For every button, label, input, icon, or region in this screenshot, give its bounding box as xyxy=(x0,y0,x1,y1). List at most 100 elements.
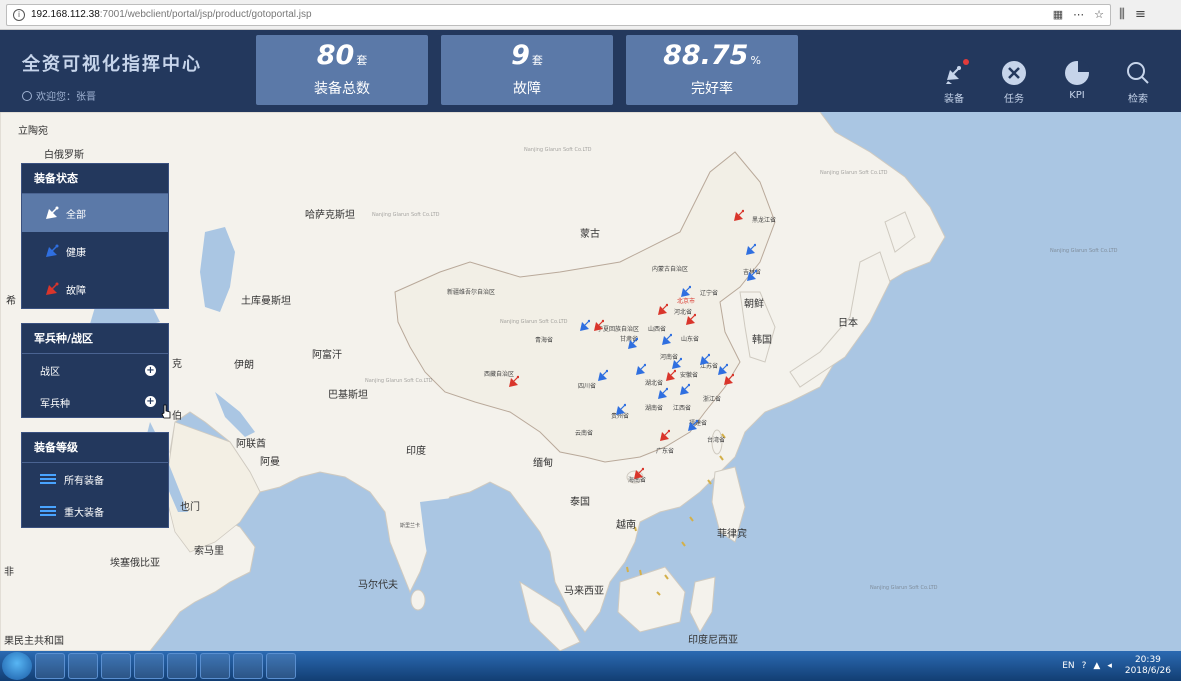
taskbar-app-3[interactable] xyxy=(101,653,131,679)
nav-label: KPI xyxy=(1069,90,1085,101)
taskbar-app-4[interactable] xyxy=(134,653,164,679)
filter-branch[interactable]: 军兵种 + xyxy=(22,387,168,417)
level-filter-all[interactable]: 所有装备 xyxy=(22,463,168,495)
healthy-equipment-marker[interactable] xyxy=(660,332,672,346)
map-label: 黑龙江省 xyxy=(752,217,777,224)
clock-time: 20:39 xyxy=(1134,655,1161,665)
map-label: 阿联酋 xyxy=(236,439,266,450)
satellite-dish-icon xyxy=(46,282,59,295)
fault-equipment-marker[interactable] xyxy=(507,374,519,388)
qr-code-icon[interactable]: ▦ xyxy=(1053,8,1063,21)
bookmark-star-icon[interactable]: ☆ xyxy=(1094,8,1104,21)
fault-equipment-marker[interactable] xyxy=(684,312,696,326)
status-filter-all[interactable]: 全部 xyxy=(22,194,168,232)
taskbar-app-5[interactable] xyxy=(167,653,197,679)
healthy-equipment-marker[interactable] xyxy=(670,356,682,370)
browser-toolbar: i 192.168.112.38 :7001/webclient/portal/… xyxy=(0,0,1181,30)
branch-panel: 军兵种/战区 战区 + 军兵种 + xyxy=(21,323,169,418)
library-icon[interactable]: ⫼ xyxy=(1119,7,1125,22)
healthy-equipment-marker[interactable] xyxy=(686,418,698,432)
stat-good-rate[interactable]: 88.75% 完好率 xyxy=(626,35,798,105)
fault-equipment-marker[interactable] xyxy=(656,302,668,316)
fault-equipment-marker[interactable] xyxy=(658,428,670,442)
filter-label: 军兵种 xyxy=(40,398,70,410)
healthy-equipment-marker[interactable] xyxy=(678,382,690,396)
language-indicator[interactable]: EN xyxy=(1062,661,1074,671)
healthy-equipment-marker[interactable] xyxy=(744,242,756,256)
tools-icon xyxy=(1001,60,1027,86)
level-filter-major[interactable]: 重大装备 xyxy=(22,495,168,527)
app-title: 全资可视化指挥中心 xyxy=(22,54,202,75)
page-actions-icon[interactable]: ⋯ xyxy=(1073,8,1084,21)
nav-tasks[interactable]: 任务 xyxy=(984,60,1044,105)
expand-plus-icon[interactable]: + xyxy=(145,365,156,376)
url-path: :7001/webclient/portal/jsp/product/gotop… xyxy=(99,9,312,20)
fault-equipment-marker[interactable] xyxy=(722,372,734,386)
taskbar-app-6[interactable] xyxy=(200,653,230,679)
healthy-equipment-marker[interactable] xyxy=(656,386,668,400)
healthy-equipment-marker[interactable] xyxy=(578,318,590,332)
help-icon[interactable]: ? xyxy=(1082,661,1087,671)
map-label: 辽宁省 xyxy=(700,290,719,297)
nav-equipment[interactable]: 装备 xyxy=(924,59,984,105)
menu-icon[interactable]: ≡ xyxy=(1135,7,1146,22)
healthy-equipment-marker[interactable] xyxy=(679,284,691,298)
fault-equipment-marker[interactable] xyxy=(732,208,744,222)
start-button[interactable] xyxy=(2,652,32,680)
notification-dot xyxy=(963,59,969,65)
map-label: 广东省 xyxy=(656,448,675,455)
search-icon xyxy=(1125,60,1151,86)
map-label: 四川省 xyxy=(578,383,597,390)
status-panel: 装备状态 全部 健康 故障 xyxy=(21,163,169,309)
map-watermark: Nanjing Glarun Soft Co.LTD xyxy=(365,378,433,384)
map-label: 马尔代夫 xyxy=(358,580,398,591)
map-label: 湖南省 xyxy=(645,405,664,412)
healthy-equipment-marker[interactable] xyxy=(634,362,646,376)
address-bar[interactable]: i 192.168.112.38 :7001/webclient/portal/… xyxy=(6,3,1111,26)
map-watermark: Nanjing Glarun Soft Co.LTD xyxy=(372,212,440,218)
site-info-icon[interactable]: i xyxy=(13,8,25,21)
healthy-equipment-marker[interactable] xyxy=(596,368,608,382)
status-filter-healthy[interactable]: 健康 xyxy=(22,232,168,270)
panel-title: 军兵种/战区 xyxy=(22,324,168,354)
stat-unit: 套 xyxy=(531,54,543,67)
taskbar-app-1[interactable] xyxy=(35,653,65,679)
map-label: 果民主共和国 xyxy=(4,636,64,647)
clock[interactable]: 20:39 2018/6/26 xyxy=(1125,655,1171,677)
status-filter-fault[interactable]: 故障 xyxy=(22,270,168,308)
nav-search[interactable]: 检索 xyxy=(1108,60,1168,105)
status-label: 全部 xyxy=(66,209,86,221)
volume-icon[interactable]: ◂ xyxy=(1107,661,1112,671)
map-label: 泰国 xyxy=(570,497,590,508)
expand-plus-icon[interactable]: + xyxy=(145,396,156,407)
map-label: 朝鲜 xyxy=(744,299,764,310)
taskbar-app-8[interactable] xyxy=(266,653,296,679)
taskbar-app-2[interactable] xyxy=(68,653,98,679)
stat-faults[interactable]: 9套 故障 xyxy=(441,35,613,105)
fault-equipment-marker[interactable] xyxy=(592,318,604,332)
healthy-equipment-marker[interactable] xyxy=(626,336,638,350)
nav-label: 装备 xyxy=(944,94,964,105)
filter-label: 战区 xyxy=(40,367,60,378)
system-tray: EN ? ▲ ◂ 20:39 2018/6/26 xyxy=(1062,655,1181,677)
windows-taskbar: EN ? ▲ ◂ 20:39 2018/6/26 xyxy=(0,651,1181,681)
fault-equipment-marker[interactable] xyxy=(632,466,644,480)
stat-total-equipment[interactable]: 80 套 装备总数 xyxy=(256,35,428,105)
map-label: 内蒙古自治区 xyxy=(652,266,689,273)
map-label: 伊朗 xyxy=(234,360,254,371)
map-label: 韩国 xyxy=(752,335,772,346)
level-label: 重大装备 xyxy=(64,507,104,519)
fault-equipment-marker[interactable] xyxy=(664,368,676,382)
map-watermark: Nanjing Glarun Soft Co.LTD xyxy=(820,170,888,176)
network-icon[interactable]: ▲ xyxy=(1093,661,1100,671)
healthy-equipment-marker[interactable] xyxy=(614,402,626,416)
filter-theater[interactable]: 战区 + xyxy=(22,354,168,387)
level-label: 所有装备 xyxy=(64,475,104,487)
url-host: 192.168.112.38 xyxy=(31,9,100,20)
taskbar-app-7[interactable] xyxy=(233,653,263,679)
nav-kpi[interactable]: KPI xyxy=(1047,60,1107,101)
healthy-equipment-marker[interactable] xyxy=(745,268,757,282)
healthy-equipment-marker[interactable] xyxy=(698,352,710,366)
panel-title: 装备状态 xyxy=(22,164,168,194)
map-view[interactable]: 立陶宛 白俄罗斯 哈萨克斯坦 蒙古 土库曼斯坦 伊朗 阿富汗 巴基斯坦 印度 缅… xyxy=(0,112,1181,651)
